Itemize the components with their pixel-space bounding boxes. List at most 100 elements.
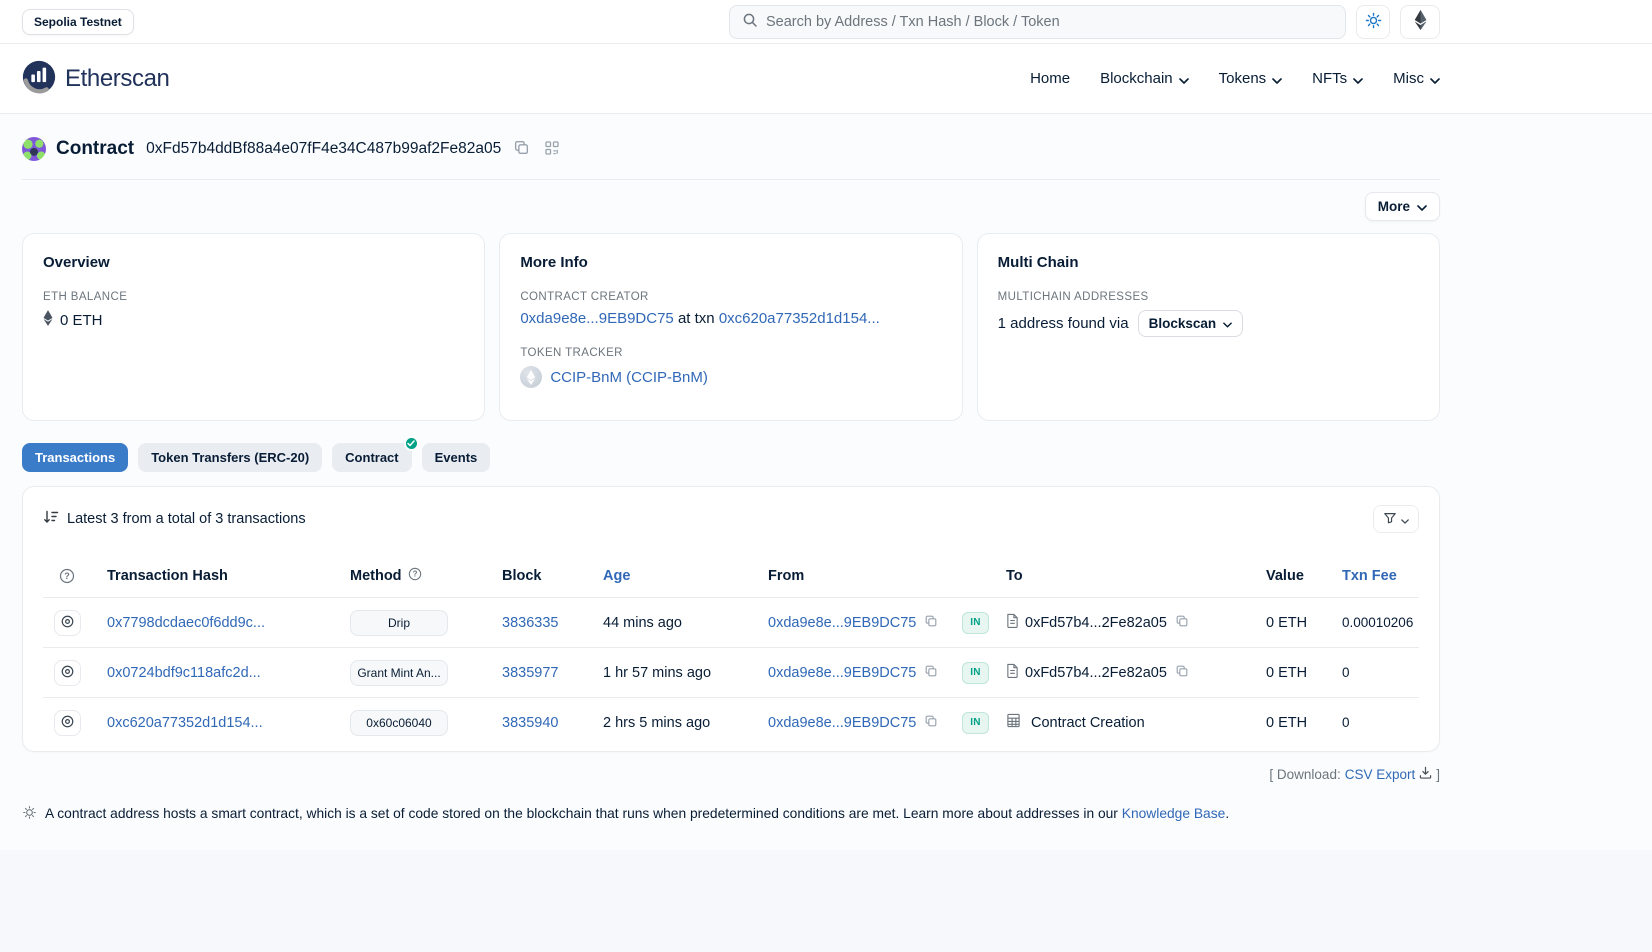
etherscan-logo[interactable]: Etherscan [22, 60, 169, 98]
multichain-card-title: Multi Chain [998, 254, 1419, 271]
more-dropdown-button[interactable]: More [1365, 192, 1440, 221]
chevron-down-icon [1417, 199, 1427, 214]
search-input[interactable] [766, 14, 1333, 30]
csv-export-link[interactable]: CSV Export [1345, 767, 1416, 782]
table-header-row: ? Transaction Hash Method ? Block Age Fr… [43, 555, 1419, 597]
contract-header: Contract 0xFd57b4ddBf88a4e07fF4e34C487b9… [22, 131, 1440, 177]
col-to: To [1006, 568, 1266, 584]
from-address-link[interactable]: 0xda9e8e...9EB9DC75 [768, 665, 916, 681]
method-badge: Grant Mint An... [350, 660, 448, 686]
contract-address: 0xFd57b4ddBf88a4e07fF4e34C487b99af2Fe82a… [146, 140, 501, 158]
nav-item-misc[interactable]: Misc [1393, 69, 1440, 88]
block-link[interactable]: 3835977 [502, 665, 558, 681]
tab-token-transfers[interactable]: Token Transfers (ERC-20) [138, 443, 322, 472]
to-address-text[interactable]: 0xFd57b4...2Fe82a05 [1025, 665, 1167, 681]
address-blockie-avatar [22, 137, 46, 161]
download-suffix: ] [1436, 767, 1440, 782]
txn-hash-link[interactable]: 0x7798dcdaec0f6dd9c... [107, 615, 265, 631]
txn-hash-link[interactable]: 0x0724bdf9c118afc2d... [107, 665, 261, 681]
more-info-card: More Info CONTRACT CREATOR 0xda9e8e...9E… [499, 233, 962, 421]
col-age[interactable]: Age [603, 568, 768, 584]
nav-item-label: Tokens [1219, 70, 1267, 87]
tab-events[interactable]: Events [422, 443, 491, 472]
block-link[interactable]: 3836335 [502, 615, 558, 631]
qr-code-button[interactable] [542, 138, 562, 161]
multichain-found-text: 1 address found via [998, 315, 1129, 332]
network-menu-button[interactable] [1400, 5, 1440, 39]
copy-from-button[interactable] [922, 662, 940, 683]
copy-to-button[interactable] [1173, 612, 1191, 633]
tab-transactions[interactable]: Transactions [22, 443, 128, 472]
block-link[interactable]: 3835940 [502, 715, 558, 731]
creator-address-link[interactable]: 0xda9e8e...9EB9DC75 [520, 310, 673, 327]
more-info-card-title: More Info [520, 254, 941, 271]
col-value: Value [1266, 568, 1342, 584]
method-badge: Drip [350, 610, 448, 636]
chevron-down-icon [1223, 316, 1232, 331]
to-address-text[interactable]: 0xFd57b4...2Fe82a05 [1025, 615, 1167, 631]
creator-middle-text: at txn [678, 310, 715, 327]
table-row: 0x0724bdf9c118afc2d... Grant Mint An... … [43, 647, 1419, 697]
download-icon [1419, 766, 1432, 782]
copy-icon [924, 614, 938, 631]
eye-icon [60, 614, 75, 632]
tab-bar: Transactions Token Transfers (ERC-20) Co… [22, 443, 1440, 472]
txn-hash-link[interactable]: 0xc620a77352d1d154... [107, 715, 263, 731]
value-text: 0 ETH [1266, 665, 1307, 681]
search-box[interactable] [729, 5, 1346, 39]
nav-item-blockchain[interactable]: Blockchain [1100, 69, 1189, 88]
col-method: Method ? [350, 567, 502, 585]
copy-to-button[interactable] [1173, 662, 1191, 683]
tab-contract[interactable]: Contract [332, 443, 411, 472]
col-block: Block [502, 568, 603, 584]
nav-item-label: NFTs [1312, 70, 1347, 87]
contract-file-icon [1006, 663, 1019, 682]
chevron-down-icon [1179, 71, 1189, 88]
download-prefix: [ Download: [1269, 767, 1340, 782]
col-from: From [768, 568, 962, 584]
network-badge[interactable]: Sepolia Testnet [22, 9, 134, 35]
preview-txn-button[interactable] [54, 710, 81, 736]
from-address-link[interactable]: 0xda9e8e...9EB9DC75 [768, 715, 916, 731]
blockscan-selector-label: Blockscan [1149, 316, 1217, 331]
transactions-panel: Latest 3 from a total of 3 transactions … [22, 486, 1440, 752]
nav-item-nfts[interactable]: NFTs [1312, 69, 1363, 88]
copy-from-button[interactable] [922, 712, 940, 733]
tip-text: A contract address hosts a smart contrac… [45, 806, 1122, 821]
sun-icon [1365, 12, 1382, 32]
svg-text:?: ? [412, 570, 417, 579]
creation-txn-link[interactable]: 0xc620a77352d1d154... [719, 310, 880, 327]
nav-item-tokens[interactable]: Tokens [1219, 69, 1283, 88]
sort-icon [43, 509, 59, 529]
knowledge-base-link[interactable]: Knowledge Base [1122, 806, 1226, 821]
token-tracker-link[interactable]: CCIP-BnM (CCIP-BnM) [550, 369, 708, 386]
preview-txn-button[interactable] [54, 610, 81, 636]
theme-toggle-button[interactable] [1356, 5, 1390, 39]
copy-icon [513, 139, 530, 159]
filter-funnel-icon [1383, 511, 1397, 528]
table-row: 0x7798dcdaec0f6dd9c... Drip 3836335 44 m… [43, 597, 1419, 647]
chevron-down-icon [1401, 512, 1409, 527]
token-tracker-label: TOKEN TRACKER [520, 347, 941, 359]
value-text: 0 ETH [1266, 615, 1307, 631]
help-icon: ? [408, 567, 422, 585]
multichain-addresses-label: MULTICHAIN ADDRESSES [998, 291, 1419, 303]
chevron-down-icon [1272, 71, 1282, 88]
copy-icon [924, 714, 938, 731]
preview-txn-button[interactable] [54, 660, 81, 686]
tip-bulb-icon [22, 805, 37, 823]
copy-address-button[interactable] [511, 137, 532, 161]
contract-file-icon [1006, 613, 1019, 632]
nav-menu: Home Blockchain Tokens NFTs Misc [1030, 69, 1440, 88]
col-txn-fee[interactable]: Txn Fee [1342, 568, 1419, 584]
blockscan-selector[interactable]: Blockscan [1138, 310, 1244, 337]
filter-button[interactable] [1373, 505, 1419, 533]
verified-check-icon [404, 436, 419, 451]
page-title: Contract [56, 138, 134, 160]
qr-code-icon [544, 140, 560, 159]
nav-item-home[interactable]: Home [1030, 70, 1070, 87]
from-address-link[interactable]: 0xda9e8e...9EB9DC75 [768, 615, 916, 631]
copy-from-button[interactable] [922, 612, 940, 633]
search-icon [742, 12, 758, 32]
table-row: 0xc620a77352d1d154... 0x60c06040 3835940… [43, 697, 1419, 747]
